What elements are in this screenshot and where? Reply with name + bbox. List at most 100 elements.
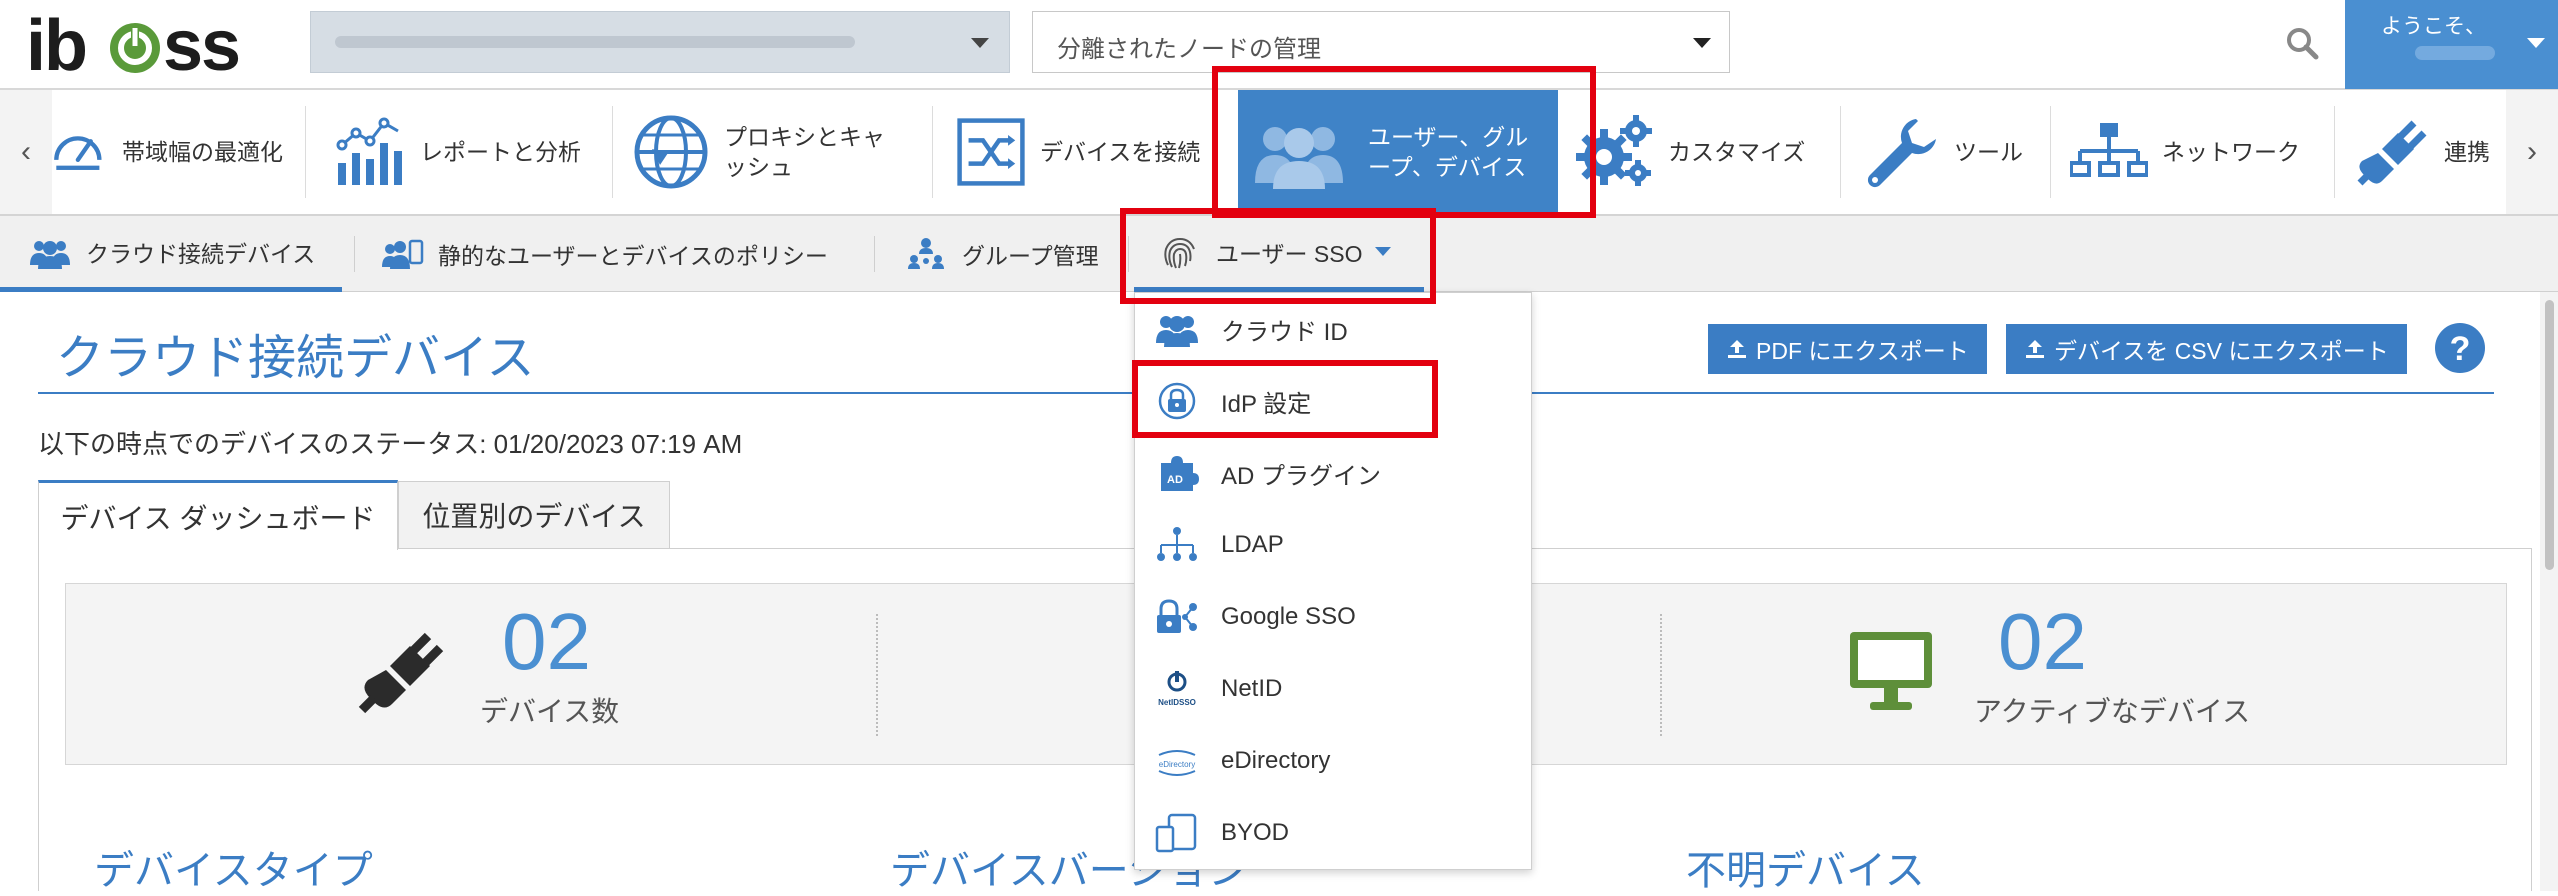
edirectory-icon: eDirectory [1158, 750, 1196, 776]
menu-item-idp-settings[interactable]: IdP 設定 [1135, 365, 1531, 437]
menu-item-netid[interactable]: NetIDSSO NetID [1135, 653, 1531, 725]
caret-down-icon [1374, 247, 1391, 256]
subnav-static-policy[interactable]: 静的なユーザーとデバイスのポリシー [380, 216, 870, 292]
nav-item-label: デバイスを接続 [1040, 139, 1201, 165]
nav-item-label: プロキシとキャ ッシュ [724, 124, 885, 180]
help-icon[interactable]: ? [2434, 322, 2486, 374]
network-icon [2070, 123, 2148, 177]
user-menu[interactable]: ようこそ、 [2345, 0, 2558, 89]
user-device-icon [382, 239, 424, 269]
svg-text:ib: ib [26, 8, 86, 84]
nav-item-network[interactable]: ネットワーク [2070, 90, 2340, 214]
nav-item-tools[interactable]: ツール [1862, 90, 2042, 214]
menu-item-label: AD プラグイン [1221, 462, 1382, 490]
node-select[interactable]: 分離されたノードの管理 [1032, 11, 1730, 73]
section-device-type: デバイスタイプ [94, 849, 373, 893]
subnav-user-sso[interactable]: ユーザー SSO [1134, 216, 1424, 292]
divider [1840, 106, 1841, 198]
hierarchy-icon [1157, 527, 1197, 561]
menu-item-google-sso[interactable]: Google SSO [1135, 581, 1531, 653]
export-csv-label: デバイスを CSV にエクスポート [2054, 338, 2389, 364]
blurred-tenant-name [335, 36, 855, 48]
nav-item-label: 帯域幅の最適化 [122, 139, 283, 165]
puzzle-icon: AD [1161, 456, 1199, 491]
nav-item-integrations[interactable]: 連携 [2352, 90, 2512, 214]
user-sso-dropdown: クラウド ID IdP 設定 AD AD プラグイン LDAP Google S… [1134, 292, 1532, 870]
device-count-value: 02 [502, 597, 591, 686]
subnav-label: ユーザー SSO [1216, 240, 1363, 267]
monitor-icon [1850, 632, 1932, 710]
gauge-icon [54, 136, 102, 170]
subnav-cloud-devices[interactable]: クラウド接続デバイス [0, 216, 342, 292]
sub-nav: クラウド接続デバイス 静的なユーザーとデバイスのポリシー グループ管理 ユーザー… [0, 216, 2558, 292]
tenant-select[interactable] [310, 11, 1010, 73]
iboss-logo[interactable]: ib ss [26, 6, 276, 86]
nav-item-label: ネットワーク [2162, 139, 2300, 165]
main-nav: ‹ 帯域幅の最適化 レポートと分析 プロキシとキャ ッシュ デバイスを接続 ユー… [0, 90, 2558, 216]
subnav-label: グループ管理 [962, 243, 1099, 269]
lock-share-icon [1157, 599, 1197, 633]
divider [1128, 236, 1129, 272]
menu-item-cloud-id[interactable]: クラウド ID [1135, 293, 1531, 365]
nav-scroll-right-button[interactable]: › [2506, 90, 2558, 214]
menu-item-label: eDirectory [1221, 747, 1331, 774]
tab-device-dashboard[interactable]: デバイス ダッシュボード [38, 480, 398, 550]
divider [305, 106, 306, 198]
export-pdf-button[interactable]: PDF にエクスポート [1708, 324, 1987, 374]
top-header: ib ss 分離されたノードの管理 ようこそ、 [0, 0, 2558, 90]
menu-item-ldap[interactable]: LDAP [1135, 509, 1531, 581]
svg-text:?: ? [2450, 330, 2471, 368]
menu-item-label: BYOD [1221, 819, 1290, 846]
subnav-group-management[interactable]: グループ管理 [904, 216, 1124, 292]
nav-item-users-groups-devices[interactable]: ユーザー、グル ープ、デバイス [1238, 90, 1558, 214]
edirectory-icon-text: eDirectory [1159, 760, 1195, 769]
nav-item-customize[interactable]: カスタマイズ [1576, 90, 1836, 214]
divider [354, 236, 355, 272]
users-icon [30, 240, 70, 269]
divider [2334, 106, 2335, 198]
divider [932, 106, 933, 198]
welcome-label: ようこそ、 [2381, 15, 2486, 38]
menu-item-label: Google SSO [1221, 603, 1356, 630]
divider [876, 614, 878, 736]
nav-item-connect-devices[interactable]: デバイスを接続 [956, 90, 1236, 214]
status-line: 以下の時点でのデバイスのステータス: 01/20/2023 07:19 AM [38, 429, 743, 459]
divider [1660, 614, 1662, 736]
nav-scroll-left-button[interactable]: ‹ [0, 90, 52, 214]
subnav-label: クラウド接続デバイス [86, 240, 316, 267]
device-count-label: デバイス数 [480, 696, 620, 727]
menu-item-edirectory[interactable]: eDirectory eDirectory [1135, 725, 1531, 797]
section-unknown-devices: 不明デバイス [1686, 849, 1925, 893]
nav-item-bandwidth[interactable]: 帯域幅の最適化 [52, 90, 302, 214]
users-icon [1156, 316, 1198, 347]
scrollbar-thumb[interactable] [2545, 300, 2554, 570]
wrench-icon [1867, 119, 1936, 188]
nav-item-reports[interactable]: レポートと分析 [328, 90, 608, 214]
nav-item-proxy-cache[interactable]: プロキシとキャ ッシュ [632, 90, 922, 214]
tab-devices-by-location[interactable]: 位置別のデバイス [398, 481, 670, 549]
lock-icon [1158, 382, 1196, 420]
chevron-down-icon [2527, 38, 2545, 48]
nav-item-label: ツール [1954, 139, 2023, 165]
plug-icon [358, 632, 444, 714]
nav-item-label: カスタマイズ [1668, 139, 1806, 165]
chart-icon [336, 117, 402, 185]
divider [2050, 106, 2051, 198]
nav-item-label: ユーザー、グル ープ、デバイス [1368, 124, 1529, 180]
menu-item-ad-plugin[interactable]: AD AD プラグイン [1135, 437, 1531, 509]
subnav-label: 静的なユーザーとデバイスのポリシー [438, 243, 828, 269]
search-icon[interactable] [2285, 26, 2319, 60]
plug-icon [2357, 120, 2427, 186]
menu-item-byod[interactable]: BYOD [1135, 797, 1531, 869]
nav-item-label: 連携 [2444, 139, 2490, 165]
active-device-value: 02 [1998, 597, 2087, 686]
netid-icon: NetIDSSO [1158, 671, 1196, 707]
menu-item-label: IdP 設定 [1221, 390, 1312, 418]
svg-text:ss: ss [163, 8, 239, 84]
export-csv-button[interactable]: デバイスを CSV にエクスポート [2006, 324, 2407, 374]
nav-item-label: レポートと分析 [420, 139, 581, 165]
users-icon [1255, 127, 1343, 189]
chevron-down-icon [971, 38, 989, 48]
active-device-label: アクティブなデバイス [1974, 696, 2251, 727]
netid-icon-text: NetIDSSO [1158, 698, 1196, 707]
